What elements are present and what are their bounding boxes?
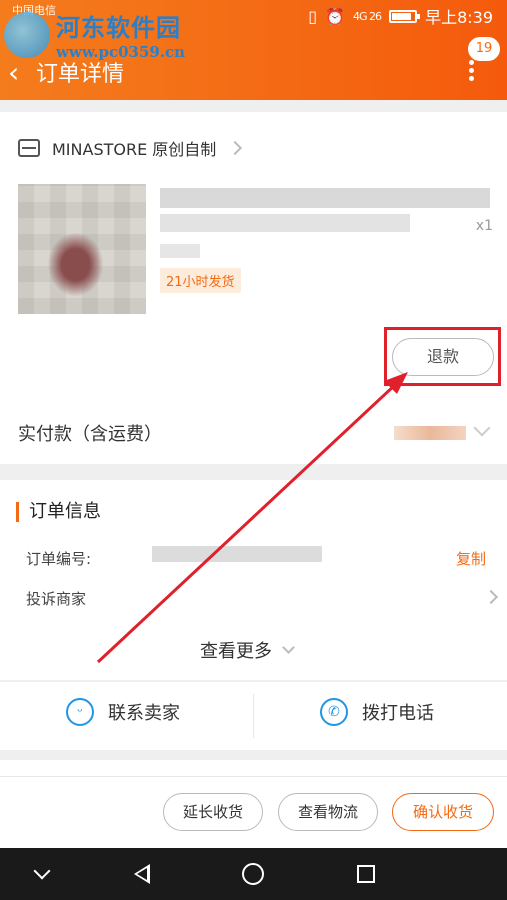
ship-time-tag: 21小时发货 — [160, 268, 241, 293]
more-vertical-icon[interactable] — [467, 60, 475, 82]
chevron-down-icon — [282, 640, 295, 654]
chevron-down-icon — [33, 862, 51, 880]
store-name: MINASTORE 原创自制 — [52, 140, 217, 159]
product-title-blurred — [160, 188, 490, 208]
nav-hide-button[interactable] — [12, 848, 72, 900]
nav-recent-button[interactable] — [336, 848, 396, 900]
watermark: 河东软件园 www.pc0359.cn — [4, 8, 185, 61]
product-title-blurred-2 — [160, 214, 410, 232]
watermark-title: 河东软件园 — [56, 13, 181, 42]
nav-back-button[interactable] — [112, 848, 172, 900]
contact-seller-button[interactable]: ᵕ 联系卖家 — [66, 698, 180, 726]
see-more-button[interactable]: 查看更多 — [200, 637, 295, 663]
product-quantity: x1 — [475, 218, 493, 234]
paid-amount-label: 实付款（含运费） — [18, 424, 162, 445]
circle-home-icon — [242, 863, 264, 885]
store-icon — [18, 139, 40, 157]
chat-face-icon: ᵕ — [66, 698, 94, 726]
spacer-card — [0, 760, 507, 776]
bottom-action-bar: 延长收货 查看物流 确认收货 — [0, 776, 507, 848]
watermark-url: www.pc0359.cn — [56, 43, 186, 61]
nav-home-button[interactable] — [223, 848, 283, 900]
time-label: 早上8:39 — [425, 8, 493, 27]
chevron-right-icon — [228, 140, 243, 156]
see-more-label: 查看更多 — [200, 641, 272, 662]
battery-icon — [389, 9, 421, 23]
call-phone-button[interactable]: ✆ 拨打电话 — [320, 698, 434, 726]
confirm-receipt-button[interactable]: 确认收货 — [392, 793, 494, 831]
alarm-icon: ⏰ — [325, 6, 346, 26]
order-info-title: 订单信息 — [16, 502, 101, 522]
product-spec-blurred — [160, 244, 200, 258]
complaint-link[interactable]: 投诉商家 — [26, 588, 86, 609]
contact-seller-label: 联系卖家 — [108, 703, 180, 724]
square-recent-icon — [357, 865, 375, 883]
order-number-blurred — [152, 546, 322, 562]
phone-icon: ✆ — [320, 698, 348, 726]
divider — [253, 694, 254, 738]
call-phone-label: 拨打电话 — [362, 703, 434, 724]
vibrate-icon: ▯ — [308, 6, 318, 26]
store-link[interactable]: MINASTORE 原创自制 — [18, 136, 243, 160]
network-label: 4G 26 — [353, 9, 382, 23]
paid-amount-blurred — [394, 426, 466, 440]
watermark-logo-icon — [4, 11, 50, 58]
triangle-back-icon — [134, 864, 150, 884]
extend-receipt-button[interactable]: 延长收货 — [163, 793, 263, 831]
order-number-label: 订单编号: — [26, 550, 92, 568]
product-image[interactable] — [18, 184, 146, 314]
notification-badge[interactable]: 19 — [468, 37, 500, 61]
system-nav-bar — [0, 848, 507, 900]
status-icons: ▯ ⏰ 4G 26 早上8:39 — [308, 4, 493, 28]
annotation-highlight-box — [384, 327, 501, 386]
copy-button[interactable]: 复制 — [456, 548, 486, 569]
view-logistics-button[interactable]: 查看物流 — [278, 793, 378, 831]
